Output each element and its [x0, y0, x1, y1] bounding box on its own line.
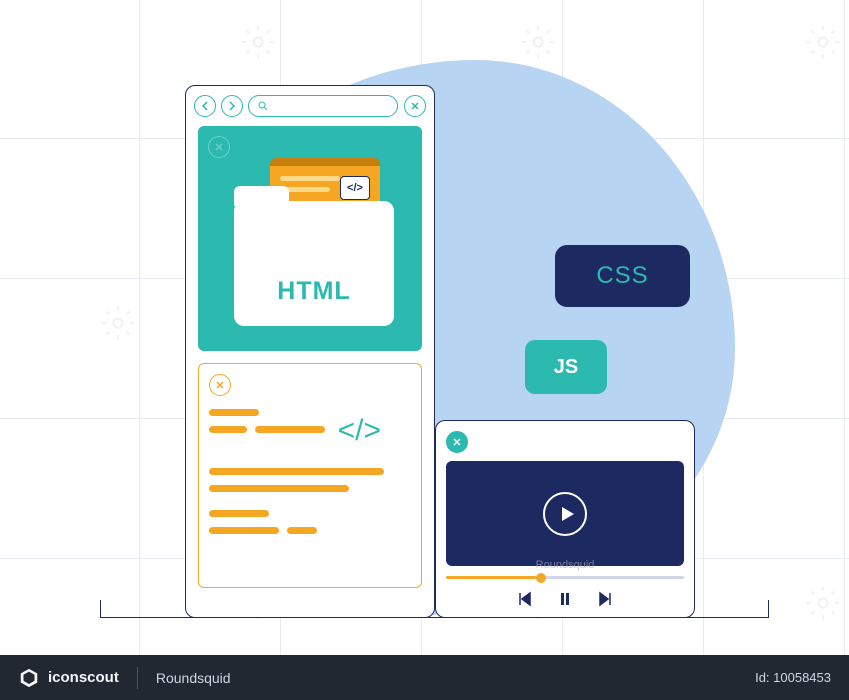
folder-label: HTML — [234, 277, 394, 306]
code-panel: </> — [198, 363, 422, 588]
panel-close-icon[interactable] — [209, 374, 231, 396]
pause-button[interactable] — [557, 591, 573, 612]
video-progress[interactable] — [446, 576, 684, 579]
previous-button[interactable] — [517, 591, 533, 612]
iconscout-logo-icon — [18, 667, 40, 689]
footer-divider — [137, 667, 138, 689]
baseline-tick — [768, 600, 769, 617]
code-tag-icon: </> — [338, 414, 381, 448]
brand-logo[interactable]: iconscout — [18, 667, 119, 689]
code-tag-icon: </> — [340, 176, 370, 200]
watermark-gear-icon — [805, 24, 841, 60]
watermark-gear-icon — [240, 24, 276, 60]
watermark-gear-icon — [805, 585, 841, 621]
css-badge: CSS — [555, 245, 690, 307]
asset-id: Id: 10058453 — [755, 670, 831, 685]
baseline-tick — [100, 600, 101, 617]
contributor-link[interactable]: Roundsquid — [156, 670, 231, 686]
video-window: Roundsquid — [435, 420, 695, 618]
browser-window: </> HTML </> — [185, 85, 435, 618]
play-icon — [559, 506, 575, 522]
play-button[interactable] — [543, 492, 587, 536]
next-button[interactable] — [597, 591, 613, 612]
search-input[interactable] — [248, 95, 398, 117]
back-button[interactable] — [194, 95, 216, 117]
watermark-gear-icon — [100, 305, 136, 341]
css-badge-label: CSS — [596, 262, 648, 290]
js-badge-label: JS — [554, 356, 578, 379]
search-icon — [257, 100, 269, 112]
panel-close-icon[interactable] — [208, 136, 230, 158]
js-badge: JS — [525, 340, 607, 394]
watermark-gear-icon — [520, 24, 556, 60]
close-button[interactable] — [446, 431, 468, 453]
close-button[interactable] — [404, 95, 426, 117]
forward-button[interactable] — [221, 95, 243, 117]
browser-toolbar — [186, 86, 434, 126]
video-screen[interactable] — [446, 461, 684, 566]
html-panel: </> HTML — [198, 126, 422, 351]
footer-bar: iconscout Roundsquid Id: 10058453 — [0, 655, 849, 700]
brand-name: iconscout — [48, 669, 119, 686]
folder-icon: HTML — [234, 201, 394, 326]
video-watermark: Roundsquid — [536, 559, 595, 571]
